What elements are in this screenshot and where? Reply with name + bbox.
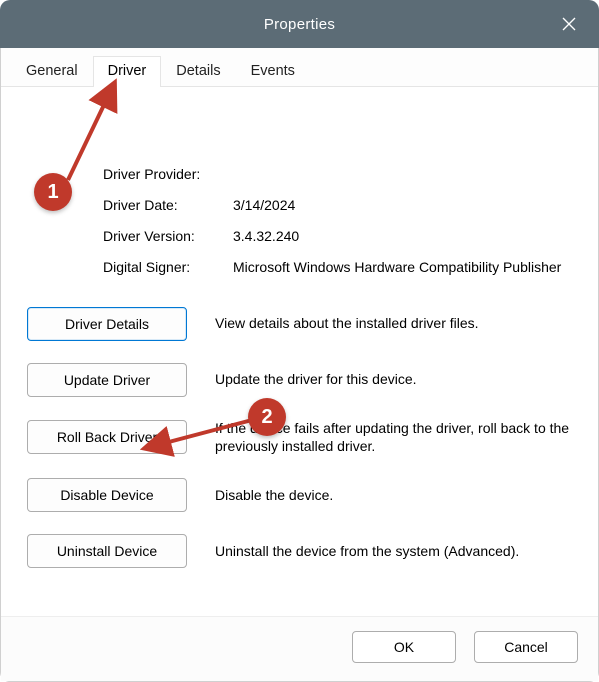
driver-provider-label: Driver Provider: (103, 165, 233, 184)
tab-content: Driver Provider: Driver Date: 3/14/2024 … (1, 87, 598, 616)
close-button[interactable] (543, 0, 595, 48)
tab-details[interactable]: Details (161, 56, 235, 87)
driver-details-desc: View details about the installed driver … (215, 314, 572, 333)
tab-general[interactable]: General (11, 56, 93, 87)
annotation-badge-2-text: 2 (261, 406, 272, 429)
driver-version-label: Driver Version: (103, 227, 233, 246)
driver-details-button[interactable]: Driver Details (27, 307, 187, 341)
uninstall-device-button[interactable]: Uninstall Device (27, 534, 187, 568)
driver-version-value: 3.4.32.240 (233, 227, 572, 246)
titlebar: Properties (0, 0, 599, 48)
digital-signer-value: Microsoft Windows Hardware Compatibility… (233, 258, 572, 277)
tab-strip: General Driver Details Events (1, 48, 598, 87)
tab-driver[interactable]: Driver (93, 56, 162, 87)
annotation-badge-2: 2 (248, 398, 286, 436)
update-driver-button[interactable]: Update Driver (27, 363, 187, 397)
driver-info: Driver Provider: Driver Date: 3/14/2024 … (103, 165, 572, 277)
ok-button[interactable]: OK (352, 631, 456, 663)
roll-back-driver-button[interactable]: Roll Back Driver (27, 420, 187, 454)
annotation-badge-1: 1 (34, 173, 72, 211)
window-body: General Driver Details Events Driver Pro… (0, 48, 599, 682)
close-icon (562, 17, 576, 31)
driver-provider-value (233, 165, 572, 184)
digital-signer-label: Digital Signer: (103, 258, 233, 277)
disable-device-button[interactable]: Disable Device (27, 478, 187, 512)
window-title: Properties (264, 16, 335, 33)
driver-actions: Driver Details View details about the in… (27, 307, 572, 569)
driver-date-label: Driver Date: (103, 196, 233, 215)
update-driver-desc: Update the driver for this device. (215, 370, 572, 389)
dialog-footer: OK Cancel (1, 616, 598, 681)
tab-events[interactable]: Events (236, 56, 310, 87)
disable-device-desc: Disable the device. (215, 486, 572, 505)
annotation-badge-1-text: 1 (47, 181, 58, 204)
uninstall-device-desc: Uninstall the device from the system (Ad… (215, 542, 572, 561)
driver-date-value: 3/14/2024 (233, 196, 572, 215)
cancel-button[interactable]: Cancel (474, 631, 578, 663)
